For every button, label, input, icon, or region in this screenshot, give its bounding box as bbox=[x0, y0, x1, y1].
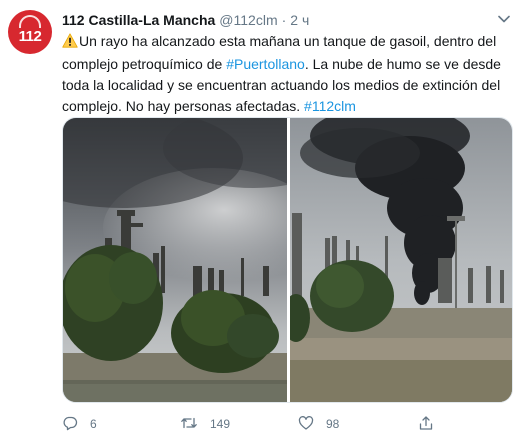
share-button[interactable] bbox=[418, 412, 434, 436]
hashtag-112clm-link[interactable]: #112clm bbox=[304, 98, 356, 114]
like-button[interactable]: 98 bbox=[298, 412, 339, 436]
more-options-chevron-icon[interactable] bbox=[495, 10, 513, 28]
account-handle[interactable]: @112clm bbox=[219, 12, 277, 28]
reply-icon bbox=[62, 415, 78, 434]
reply-button[interactable]: 6 bbox=[62, 412, 97, 436]
retweet-button[interactable]: 149 bbox=[180, 412, 230, 436]
tweet-actions: 6 149 98 bbox=[62, 412, 513, 436]
photo-refinery-smoke-left[interactable] bbox=[63, 118, 343, 402]
share-icon bbox=[418, 415, 434, 434]
header-separator: · bbox=[281, 12, 287, 28]
heart-icon bbox=[298, 415, 314, 434]
tweet-timestamp[interactable]: 2 ч bbox=[290, 12, 309, 28]
photo-refinery-smoke-right[interactable] bbox=[282, 118, 512, 402]
tweet-header: 112 Castilla-La Mancha @112clm · 2 ч bbox=[62, 10, 309, 30]
avatar[interactable]: 112 bbox=[8, 10, 52, 54]
tweet[interactable]: 112 112 Castilla-La Mancha @112clm · 2 ч… bbox=[0, 0, 525, 444]
retweet-icon bbox=[180, 415, 198, 434]
retweet-count: 149 bbox=[210, 417, 231, 431]
like-count: 98 bbox=[326, 417, 340, 431]
tweet-text: Un rayo ha alcanzado esta mañana un tanq… bbox=[62, 31, 520, 117]
warning-sign-icon bbox=[62, 33, 78, 54]
account-name[interactable]: 112 Castilla-La Mancha bbox=[62, 12, 215, 28]
avatar-logo-text: 112 bbox=[18, 28, 42, 45]
hashtag-puertollano-link[interactable]: #Puertollano bbox=[226, 56, 305, 72]
tweet-media-grid bbox=[62, 117, 513, 403]
reply-count: 6 bbox=[90, 417, 97, 431]
